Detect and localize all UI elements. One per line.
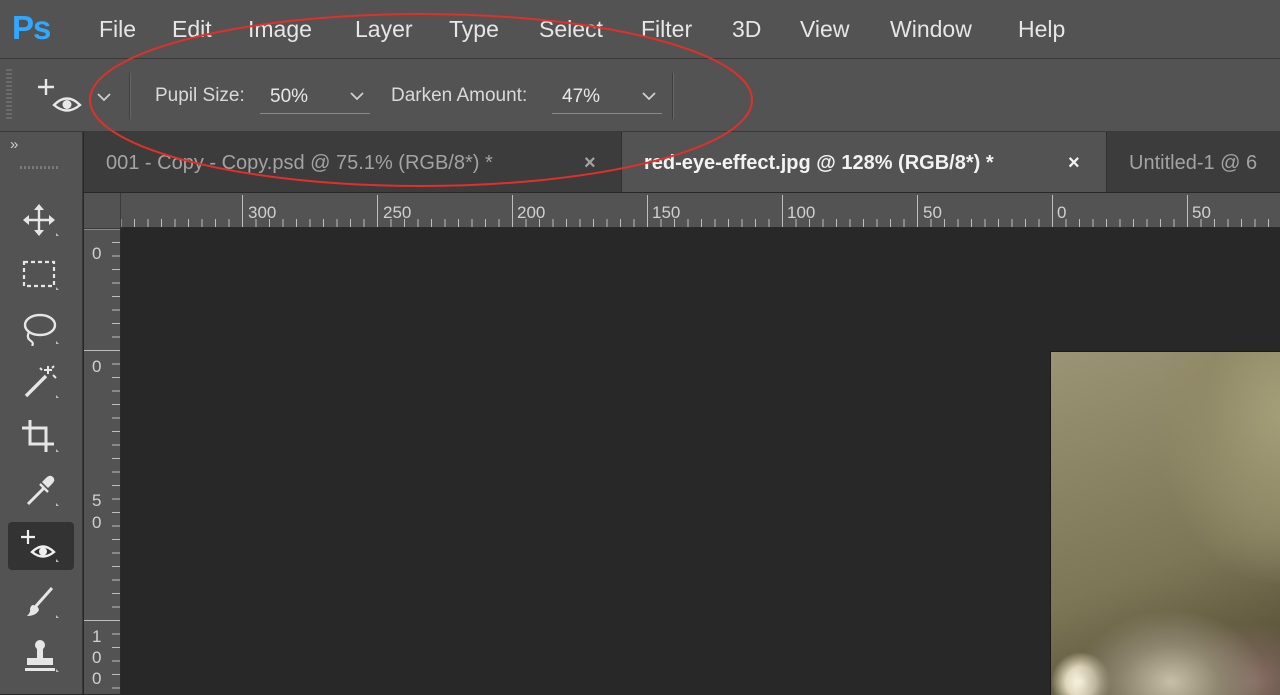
menu-view[interactable]: View <box>800 14 849 44</box>
tab-title[interactable]: red-eye-effect.jpg @ 128% (RGB/8*) * <box>644 149 994 177</box>
options-separator <box>129 73 130 119</box>
document-tab[interactable]: 001 - Copy - Copy.psd @ 75.1% (RGB/8*) *… <box>84 132 622 192</box>
crop-tool[interactable] <box>8 412 74 460</box>
rectangular-marquee-tool[interactable] <box>8 250 74 298</box>
menu-bar: Ps File Edit Image Layer Type Select Fil… <box>0 0 1280 59</box>
horizontal-ruler[interactable]: 300 250 200 150 100 50 0 50 <box>121 193 1280 228</box>
darken-amount-label: Darken Amount: <box>391 85 528 106</box>
magic-wand-icon <box>24 365 59 398</box>
menu-file[interactable]: File <box>99 14 136 44</box>
menu-layer[interactable]: Layer <box>355 14 413 44</box>
tab-title[interactable]: Untitled-1 @ 6 <box>1129 149 1257 177</box>
tools-panel-grip[interactable] <box>20 166 60 169</box>
ruler-label: 50 <box>923 203 942 222</box>
brush-tool[interactable] <box>8 578 74 626</box>
ruler-label: 1 <box>92 627 102 646</box>
menu-window[interactable]: Window <box>890 14 972 44</box>
ruler-label: 5 <box>92 491 102 510</box>
menu-type[interactable]: Type <box>449 14 499 44</box>
ruler-label: 0 <box>92 648 102 667</box>
lasso-tool[interactable] <box>8 304 74 352</box>
menu-help[interactable]: Help <box>1018 14 1065 44</box>
document-canvas[interactable] <box>121 229 1280 695</box>
ruler-label: 0 <box>92 513 102 532</box>
ruler-label: 50 <box>1192 203 1211 222</box>
ruler-ticks <box>121 195 1269 227</box>
lasso-icon <box>23 313 59 346</box>
close-icon[interactable]: × <box>584 149 596 177</box>
ruler-label: 200 <box>517 203 546 222</box>
ruler-label: 0 <box>92 669 102 688</box>
move-tool[interactable] <box>8 196 74 244</box>
brush-icon <box>27 587 59 618</box>
document-tab[interactable]: Untitled-1 @ 6 <box>1107 132 1280 192</box>
ruler-label: 300 <box>248 203 277 222</box>
tab-title[interactable]: 001 - Copy - Copy.psd @ 75.1% (RGB/8*) * <box>106 149 493 177</box>
options-bar-grip[interactable] <box>6 69 12 121</box>
options-bar: Pupil Size: 50% Darken Amount: 47% <box>0 59 1280 132</box>
darken-amount-value[interactable]: 47% <box>562 83 600 111</box>
stamp-icon <box>25 640 59 672</box>
document-tab-active[interactable]: red-eye-effect.jpg @ 128% (RGB/8*) * × <box>622 132 1107 192</box>
tool-preset-picker[interactable] <box>30 75 88 115</box>
menu-edit[interactable]: Edit <box>172 14 212 44</box>
red-eye-tool-icon <box>38 79 82 112</box>
pupil-size-label: Pupil Size: <box>155 85 245 106</box>
ruler-label: 150 <box>652 203 681 222</box>
eyedropper-tool[interactable] <box>8 466 74 514</box>
move-icon <box>23 204 59 236</box>
darken-amount-field[interactable]: 47% <box>552 79 662 114</box>
chevron-down-icon[interactable] <box>94 89 114 105</box>
marquee-icon <box>22 260 59 290</box>
close-icon[interactable]: × <box>1068 149 1080 177</box>
ruler-label: 0 <box>92 357 102 376</box>
collapse-panel-button[interactable]: » <box>10 136 19 153</box>
ruler-label: 100 <box>787 203 816 222</box>
ruler-label: 0 <box>92 244 102 263</box>
crop-icon <box>22 420 59 452</box>
ruler-ticks <box>84 229 120 689</box>
ruler-label: 0 <box>1057 203 1067 222</box>
eyedropper-icon <box>26 475 59 506</box>
pupil-size-value[interactable]: 50% <box>270 83 308 111</box>
magic-wand-tool[interactable] <box>8 358 74 406</box>
red-eye-tool-icon <box>21 530 59 562</box>
clone-stamp-tool[interactable] <box>8 632 74 680</box>
ruler-label: 250 <box>383 203 412 222</box>
photo-image[interactable] <box>1050 351 1280 695</box>
vertical-ruler[interactable]: 0 0 5 0 1 0 0 <box>84 229 121 694</box>
red-eye-tool[interactable] <box>8 522 74 570</box>
ruler-origin[interactable] <box>84 193 121 229</box>
pupil-size-field[interactable]: 50% <box>260 79 370 114</box>
chevron-down-icon[interactable] <box>640 89 658 103</box>
tools-panel: » <box>0 132 83 694</box>
menu-image[interactable]: Image <box>248 14 312 44</box>
chevron-down-icon[interactable] <box>348 89 366 103</box>
menu-filter[interactable]: Filter <box>641 14 692 44</box>
menu-3d[interactable]: 3D <box>732 14 761 44</box>
photoshop-logo: Ps <box>12 9 51 46</box>
document-tab-bar: 001 - Copy - Copy.psd @ 75.1% (RGB/8*) *… <box>84 132 1280 192</box>
options-separator <box>672 73 673 119</box>
menu-select[interactable]: Select <box>539 14 603 44</box>
